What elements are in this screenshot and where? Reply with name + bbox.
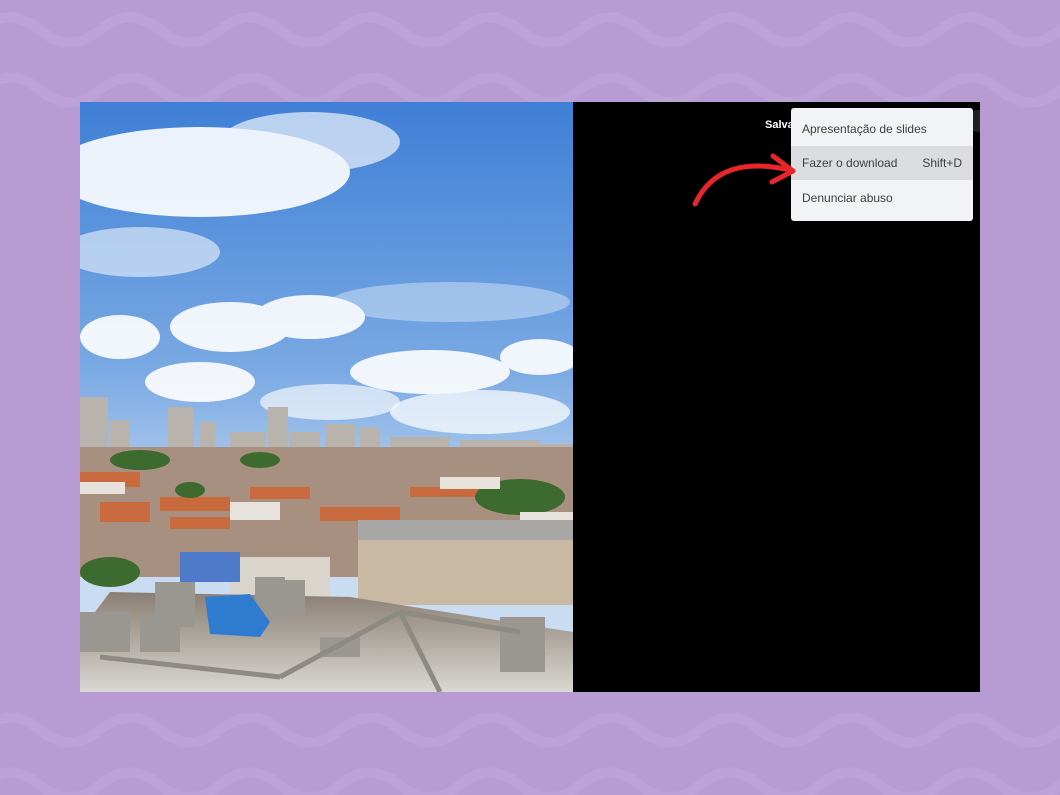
menu-item-slideshow[interactable]: Apresentação de slides	[791, 112, 973, 146]
options-menu: Apresentação de slides Fazer o download …	[791, 108, 973, 221]
menu-item-label: Denunciar abuso	[802, 191, 893, 205]
menu-item-report-abuse[interactable]: Denunciar abuso	[791, 181, 973, 215]
menu-item-label: Fazer o download	[802, 156, 898, 170]
menu-item-download[interactable]: Fazer o download Shift+D	[791, 146, 973, 180]
menu-item-shortcut: Shift+D	[922, 156, 962, 170]
menu-item-label: Apresentação de slides	[802, 122, 927, 136]
city-photo	[80, 102, 573, 692]
